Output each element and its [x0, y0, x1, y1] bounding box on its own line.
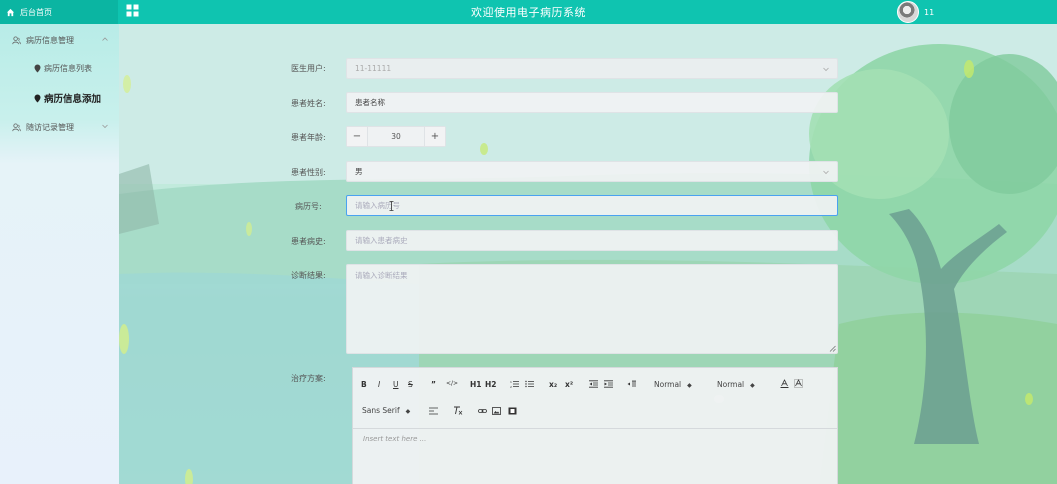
sidebar-item-label: 随访记录管理: [26, 122, 74, 132]
image-icon[interactable]: [492, 407, 501, 415]
font-picker-label: Sans Serif: [362, 406, 400, 415]
picker-arrow-icon: ◆: [405, 408, 411, 415]
patient-name-label: 患者姓名:: [291, 99, 326, 108]
subscript-button[interactable]: x₂: [549, 380, 557, 389]
code-block-button[interactable]: </>: [446, 380, 458, 387]
doctor-user-select[interactable]: 11-11111: [346, 58, 838, 79]
history-placeholder: 请输入患者病史: [355, 236, 408, 245]
h1-button[interactable]: H1: [470, 380, 482, 389]
picker-arrow-icon: ◆: [750, 382, 755, 389]
record-no-input[interactable]: 请输入病历号: [346, 195, 838, 216]
history-input[interactable]: 请输入患者病史: [346, 230, 838, 251]
patient-gender-value: 男: [355, 167, 363, 176]
outdent-icon[interactable]: [589, 380, 598, 388]
bold-button[interactable]: B: [361, 380, 367, 389]
ordered-list-icon[interactable]: 12: [510, 380, 519, 388]
svg-text:2: 2: [510, 385, 512, 388]
username: 11: [924, 7, 935, 17]
avatar[interactable]: [897, 1, 919, 23]
sidebar-item-followup-management[interactable]: 随访记录管理: [0, 115, 119, 139]
diagnosis-label: 诊断结果:: [291, 271, 326, 280]
pin-icon: [34, 94, 41, 102]
font-color-icon[interactable]: [780, 379, 789, 388]
record-no-label: 病历号:: [295, 202, 322, 211]
h2-button[interactable]: H2: [485, 380, 497, 389]
doctor-user-value: 11-11111: [355, 64, 392, 73]
patient-gender-select[interactable]: 男: [346, 161, 838, 182]
strike-button[interactable]: S: [408, 380, 413, 389]
user-group-icon: [12, 122, 21, 131]
sidebar-item-label: 病历信息列表: [44, 63, 92, 73]
video-icon[interactable]: [508, 407, 517, 415]
main-content: 医生用户: 11-11111 患者姓名: 患者名称 患者年龄: − 30 + 患…: [119, 24, 1057, 484]
size-picker[interactable]: Normal ◆: [654, 380, 692, 389]
bullet-list-icon[interactable]: [525, 380, 534, 388]
chevron-down-icon: [823, 67, 829, 72]
italic-button[interactable]: I: [378, 380, 380, 389]
increment-button[interactable]: +: [424, 127, 445, 146]
treatment-label: 治疗方案:: [291, 374, 326, 383]
top-bar: 后台首页 欢迎使用电子病历系统 11: [0, 0, 1057, 24]
patient-age-stepper[interactable]: − 30 +: [346, 126, 446, 147]
superscript-button[interactable]: x²: [565, 380, 573, 389]
patient-age-value[interactable]: 30: [368, 127, 424, 146]
chevron-up-icon: [102, 37, 108, 41]
align-left-icon[interactable]: [429, 407, 438, 415]
patient-age-label: 患者年龄:: [291, 133, 326, 142]
header-picker[interactable]: Normal ◆: [717, 380, 755, 389]
editor-placeholder[interactable]: Insert text here ...: [363, 435, 426, 443]
diagnosis-textarea[interactable]: 请输入诊断结果: [346, 264, 838, 354]
patient-name-input[interactable]: 患者名称: [346, 92, 838, 113]
svg-text:1: 1: [510, 380, 512, 384]
patient-name-value: 患者名称: [355, 98, 385, 107]
sidebar-item-label: 病历信息添加: [44, 94, 102, 105]
decrement-button[interactable]: −: [347, 127, 368, 146]
user-menu[interactable]: 11: [897, 1, 934, 23]
resize-handle-icon[interactable]: [829, 345, 836, 352]
pin-icon: [34, 64, 41, 72]
indent-icon[interactable]: [604, 380, 613, 388]
picker-arrow-icon: ◆: [687, 382, 692, 389]
sidebar-item-record-add[interactable]: 病历信息添加: [0, 86, 119, 110]
sidebar-item-label: 病历信息管理: [26, 35, 74, 45]
sidebar-item-record-list[interactable]: 病历信息列表: [0, 56, 119, 80]
link-icon[interactable]: [478, 407, 487, 415]
sidebar: 病历信息管理 病历信息列表 病历信息添加 随访记录管理: [0, 24, 120, 484]
size-picker-label: Normal: [654, 380, 682, 389]
sidebar-item-record-management[interactable]: 病历信息管理: [0, 28, 119, 52]
chevron-down-icon: [823, 170, 829, 175]
doctor-user-label: 医生用户:: [291, 64, 326, 73]
user-group-icon: [12, 35, 21, 44]
history-label: 患者病史:: [291, 237, 326, 246]
rich-text-editor[interactable]: B I U S ” </> H1 H2 12 x₂ x² Normal ◆ No…: [352, 367, 838, 484]
underline-button[interactable]: U: [393, 380, 399, 389]
text-direction-icon[interactable]: [627, 380, 636, 388]
patient-gender-label: 患者性别:: [291, 168, 326, 177]
chevron-down-icon: [102, 124, 108, 129]
diagnosis-placeholder: 请输入诊断结果: [355, 271, 408, 280]
background-color-icon[interactable]: [794, 379, 803, 388]
editor-toolbar: B I U S ” </> H1 H2 12 x₂ x² Normal ◆ No…: [353, 368, 837, 429]
text-cursor-icon: [389, 201, 394, 211]
clear-format-icon[interactable]: [453, 406, 463, 415]
header-picker-label: Normal: [717, 380, 745, 389]
font-picker[interactable]: Sans Serif ◆: [362, 406, 410, 415]
blockquote-button[interactable]: ”: [431, 380, 436, 389]
